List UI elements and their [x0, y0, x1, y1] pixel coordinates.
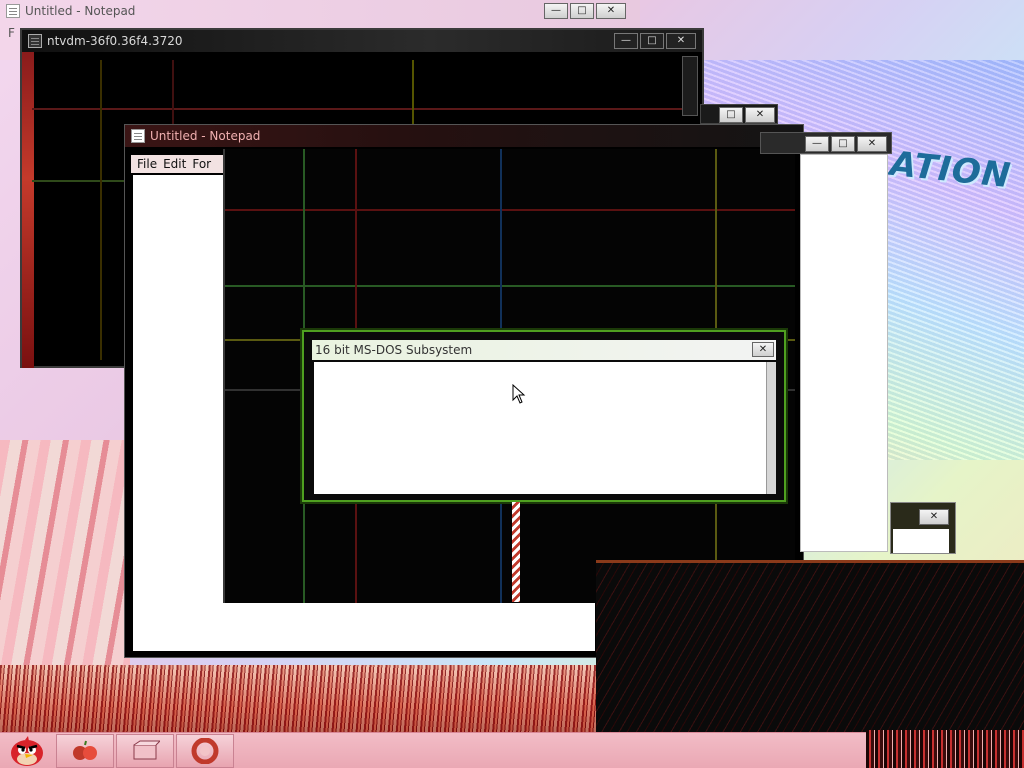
start-button[interactable]: [0, 733, 54, 768]
glitch-stripe: [512, 502, 520, 602]
minimize-button[interactable]: —: [805, 136, 829, 152]
notepad-back-titlebar[interactable]: Untitled - Notepad — □ ✕: [0, 0, 640, 22]
notepad-back-title: Untitled - Notepad: [25, 4, 136, 18]
mouse-cursor-icon: [512, 384, 526, 404]
minimize-button[interactable]: —: [614, 33, 638, 49]
close-button[interactable]: ✕: [857, 136, 887, 152]
window-fragment-caption-right: — □ ✕: [760, 132, 892, 154]
maximize-icon: □: [577, 5, 587, 16]
fruit-icon: [73, 740, 97, 760]
ntvdm-title: ntvdm-36f0.36f4.3720: [47, 34, 183, 48]
maximize-icon: □: [726, 109, 736, 120]
wallpaper-grass: [0, 665, 620, 735]
glitch-area-bottom-right: [596, 560, 1024, 732]
small-window-body: [893, 529, 949, 553]
console-icon: [28, 34, 42, 48]
msdos-dialog-body: [314, 362, 768, 494]
ntvdm-titlebar[interactable]: ntvdm-36f0.36f4.3720 — □ ✕: [22, 30, 702, 52]
msdos-dialog-scrollbar[interactable]: [766, 362, 776, 494]
taskbar-item-2[interactable]: [116, 733, 174, 768]
menu-format[interactable]: For: [192, 157, 211, 171]
close-button[interactable]: ✕: [919, 509, 949, 525]
vertical-scrollbar[interactable]: [682, 56, 698, 116]
maximize-icon: □: [647, 35, 657, 46]
maximize-button[interactable]: □: [831, 136, 855, 152]
notepad-text-area-bottom[interactable]: [133, 603, 595, 651]
menu-edit[interactable]: Edit: [163, 157, 186, 171]
window-fragment-body-right: [800, 154, 888, 552]
minimize-icon: —: [551, 5, 561, 16]
angry-bird-icon: [11, 735, 43, 766]
menu-file[interactable]: File: [137, 157, 157, 171]
notepad-icon: [131, 129, 145, 143]
notepad-main-titlebar[interactable]: Untitled - Notepad: [125, 125, 803, 147]
notepad-text-area[interactable]: [133, 175, 223, 651]
close-button[interactable]: ✕: [596, 3, 626, 19]
msdos-subsystem-dialog[interactable]: 16 bit MS-DOS Subsystem ✕: [302, 330, 786, 502]
notepad-main-title: Untitled - Notepad: [150, 129, 261, 143]
taskbar-item-1[interactable]: [56, 733, 114, 768]
msdos-dialog-titlebar[interactable]: 16 bit MS-DOS Subsystem ✕: [312, 340, 776, 360]
maximize-button[interactable]: □: [640, 33, 664, 49]
small-window-fragment[interactable]: ✕: [890, 502, 956, 554]
close-icon: ✕: [606, 5, 616, 16]
lifebuoy-icon: [191, 737, 219, 764]
notepad-menubar: File Edit For: [131, 155, 223, 173]
close-icon: ✕: [755, 109, 765, 120]
minimize-icon: —: [621, 35, 631, 46]
close-icon: ✕: [676, 35, 686, 46]
minimize-button[interactable]: —: [544, 3, 568, 19]
taskbar-item-3[interactable]: [176, 733, 234, 768]
close-icon: ✕: [929, 511, 939, 522]
maximize-button[interactable]: □: [570, 3, 594, 19]
close-icon: ✕: [867, 138, 877, 149]
glitch-tray-area: [866, 730, 1024, 768]
close-button[interactable]: ✕: [745, 107, 775, 123]
close-button[interactable]: ✕: [752, 342, 774, 357]
maximize-button[interactable]: □: [719, 107, 743, 123]
package-icon: [133, 740, 160, 759]
minimize-icon: —: [812, 138, 822, 149]
close-button[interactable]: ✕: [666, 33, 696, 49]
close-icon: ✕: [758, 343, 768, 355]
msdos-dialog-title: 16 bit MS-DOS Subsystem: [315, 343, 473, 357]
maximize-icon: □: [838, 138, 848, 149]
notepad-icon: [6, 4, 20, 18]
window-fragment-caption: □ ✕: [700, 104, 778, 124]
notepad-back-menu-file[interactable]: F: [8, 26, 15, 40]
